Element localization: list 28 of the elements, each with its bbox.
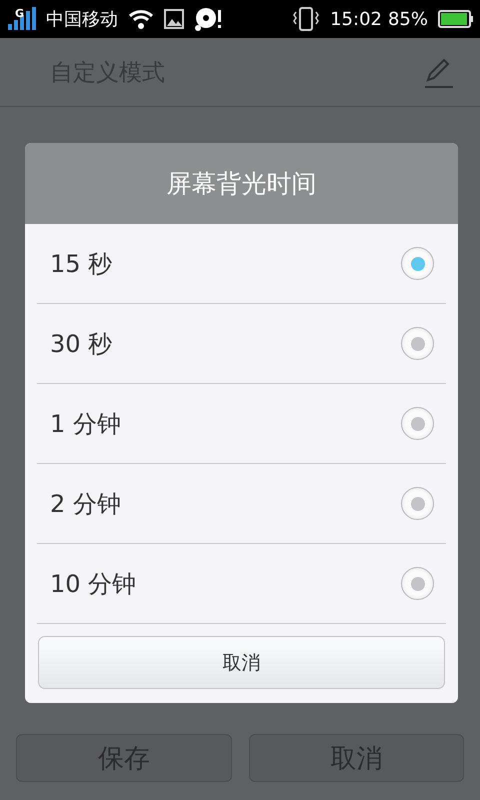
vibrate-icon <box>292 6 320 32</box>
radio-button[interactable] <box>401 247 434 280</box>
radio-button[interactable] <box>401 567 434 600</box>
option-label: 2 分钟 <box>50 488 121 520</box>
clock-time: 15:02 <box>330 8 382 30</box>
wifi-icon <box>128 8 154 30</box>
option-row[interactable]: 30 秒 <box>37 304 446 384</box>
image-icon <box>164 9 184 29</box>
option-label: 1 分钟 <box>50 408 121 440</box>
cancel-button[interactable]: 取消 <box>38 636 445 689</box>
battery-icon <box>438 9 474 29</box>
option-row[interactable]: 2 分钟 <box>37 464 446 544</box>
disc-icon <box>194 6 222 32</box>
option-row[interactable]: 10 分钟 <box>37 544 446 624</box>
signal-icon <box>6 6 36 32</box>
dialog-title: 屏幕背光时间 <box>166 168 316 200</box>
option-label: 30 秒 <box>50 328 112 360</box>
option-row[interactable]: 15 秒 <box>37 224 446 304</box>
carrier-name: 中国移动 <box>46 8 118 31</box>
battery-percent: 85% <box>388 8 428 30</box>
edit-icon[interactable] <box>422 56 454 88</box>
radio-button[interactable] <box>401 327 434 360</box>
network-type: G <box>15 7 24 20</box>
option-label: 10 分钟 <box>50 568 136 600</box>
radio-button[interactable] <box>401 407 434 440</box>
option-row[interactable]: 1 分钟 <box>37 384 446 464</box>
radio-button[interactable] <box>401 487 434 520</box>
option-label: 15 秒 <box>50 248 112 280</box>
